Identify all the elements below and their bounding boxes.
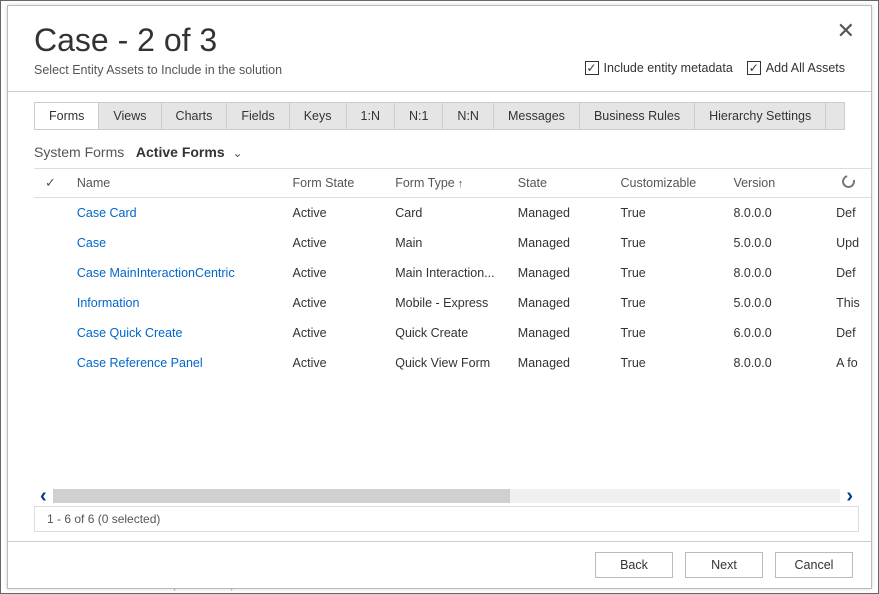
- form-link[interactable]: Case: [77, 236, 106, 250]
- column-select-all[interactable]: ✓: [34, 169, 67, 198]
- table-row[interactable]: Case CardActiveCardManagedTrue8.0.0.0Def: [34, 198, 871, 229]
- cancel-button[interactable]: Cancel: [775, 552, 853, 578]
- scroll-right-icon[interactable]: ›: [840, 485, 859, 508]
- next-button[interactable]: Next: [685, 552, 763, 578]
- include-metadata-checkbox[interactable]: ✓ Include entity metadata: [585, 61, 733, 75]
- page-subtitle: Select Entity Assets to Include in the s…: [34, 63, 282, 77]
- back-button[interactable]: Back: [595, 552, 673, 578]
- column-customizable[interactable]: Customizable: [610, 169, 723, 198]
- tab-business-rules[interactable]: Business Rules: [580, 103, 695, 129]
- form-link[interactable]: Case Card: [77, 206, 137, 220]
- form-link[interactable]: Case MainInteractionCentric: [77, 266, 235, 280]
- table-row[interactable]: Case MainInteractionCentricActiveMain In…: [34, 258, 871, 288]
- column-name[interactable]: Name: [67, 169, 283, 198]
- scroll-track[interactable]: [53, 489, 841, 503]
- scroll-thumb[interactable]: [53, 489, 510, 503]
- column-form-state[interactable]: Form State: [283, 169, 386, 198]
- dialog-footer: Back Next Cancel: [8, 541, 871, 588]
- form-link[interactable]: Information: [77, 296, 140, 310]
- dialog-header: Case - 2 of 3 Select Entity Assets to In…: [8, 6, 871, 87]
- tab-keys[interactable]: Keys: [290, 103, 347, 129]
- scroll-left-icon[interactable]: ‹: [34, 485, 53, 508]
- tab-fields[interactable]: Fields: [227, 103, 289, 129]
- add-all-assets-checkbox[interactable]: ✓ Add All Assets: [747, 61, 845, 75]
- sort-up-icon: ↑: [458, 178, 464, 190]
- dialog: ✕ Case - 2 of 3 Select Entity Assets to …: [7, 5, 872, 589]
- close-icon[interactable]: ✕: [837, 18, 855, 44]
- chevron-down-icon: ⌄: [233, 146, 243, 160]
- table-row[interactable]: InformationActiveMobile - ExpressManaged…: [34, 288, 871, 318]
- tab-1-n[interactable]: 1:N: [347, 103, 395, 129]
- column-version[interactable]: Version: [723, 169, 826, 198]
- column-form-type[interactable]: Form Type↑: [385, 169, 508, 198]
- tab-n-n[interactable]: N:N: [443, 103, 494, 129]
- horizontal-scrollbar[interactable]: ‹ ›: [34, 486, 859, 506]
- refresh-icon: [840, 173, 858, 191]
- include-metadata-label: Include entity metadata: [604, 61, 733, 75]
- checkbox-icon: ✓: [585, 61, 599, 75]
- view-prefix: System Forms: [34, 144, 124, 160]
- form-link[interactable]: Case Quick Create: [77, 326, 183, 340]
- divider: [8, 91, 871, 92]
- checkbox-icon: ✓: [747, 61, 761, 75]
- table-row[interactable]: CaseActiveMainManagedTrue5.0.0.0Upd: [34, 228, 871, 258]
- page-title: Case - 2 of 3: [34, 22, 282, 59]
- column-state[interactable]: State: [508, 169, 611, 198]
- tab-forms[interactable]: Forms: [35, 103, 99, 129]
- tab-charts[interactable]: Charts: [162, 103, 228, 129]
- tab-messages[interactable]: Messages: [494, 103, 580, 129]
- column-refresh[interactable]: [826, 169, 871, 198]
- view-selector[interactable]: System Forms Active Forms ⌄: [34, 144, 845, 160]
- tab-bar: FormsViewsChartsFieldsKeys1:NN:1N:NMessa…: [34, 102, 845, 130]
- table-row[interactable]: Case Reference PanelActiveQuick View For…: [34, 348, 871, 378]
- view-active: Active Forms: [136, 144, 225, 160]
- add-all-assets-label: Add All Assets: [766, 61, 845, 75]
- tab-n-1[interactable]: N:1: [395, 103, 443, 129]
- tab-hierarchy-settings[interactable]: Hierarchy Settings: [695, 103, 826, 129]
- status-bar: 1 - 6 of 6 (0 selected): [34, 506, 859, 532]
- form-link[interactable]: Case Reference Panel: [77, 356, 203, 370]
- tab-views[interactable]: Views: [99, 103, 161, 129]
- table-row[interactable]: Case Quick CreateActiveQuick CreateManag…: [34, 318, 871, 348]
